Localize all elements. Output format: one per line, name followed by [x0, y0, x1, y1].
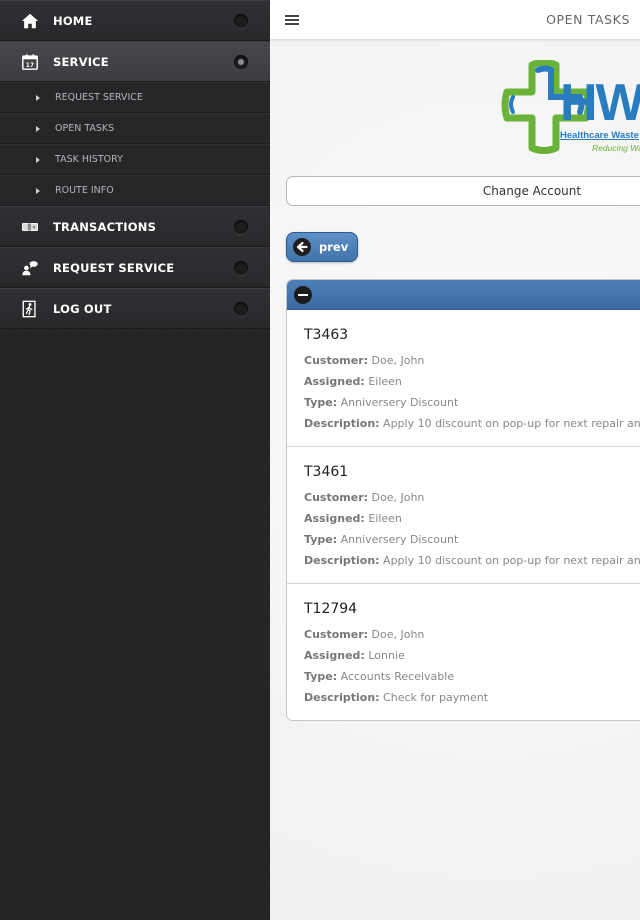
page-title: OPEN TASKS	[546, 12, 630, 27]
logo-subtagline: Reducing Wa	[592, 143, 640, 153]
logo-letters: HW	[560, 74, 640, 132]
task-customer: Customer: Doe, John	[304, 491, 425, 504]
indicator-dot	[234, 260, 248, 275]
arrow-right-icon	[36, 156, 40, 163]
person-request-icon	[20, 258, 40, 278]
task-customer: Customer: Doe, John	[304, 628, 425, 641]
sidebar-item-home[interactable]: HOME	[0, 0, 270, 41]
task-assigned: Assigned: Eileen	[304, 512, 402, 525]
task-id: T12794	[304, 601, 358, 617]
subnav-request-service[interactable]: REQUEST SERVICE	[0, 82, 270, 113]
minus-icon	[294, 285, 312, 304]
indicator-dot	[234, 219, 248, 234]
arrow-left-icon	[293, 238, 311, 256]
task-description: Description: Apply 10 discount on pop-up…	[304, 417, 640, 430]
subnav-label: REQUEST SERVICE	[55, 92, 143, 103]
logo-tagline: Healthcare Waste	[560, 130, 639, 141]
sidebar-item-label: SERVICE	[53, 54, 109, 69]
subnav-route-info[interactable]: ROUTE INFO	[0, 175, 270, 206]
subnav-label: ROUTE INFO	[55, 185, 114, 196]
calendar-icon: 17	[20, 52, 40, 72]
task-assigned: Assigned: Lonnie	[304, 649, 405, 662]
task-type: Type: Accounts Receivable	[304, 670, 455, 683]
indicator-dot	[234, 301, 248, 316]
sidebar-item-label: TRANSACTIONS	[53, 219, 157, 234]
task-customer: Customer: Doe, John	[304, 354, 425, 367]
subnav-task-history[interactable]: TASK HISTORY	[0, 144, 270, 175]
money-icon	[20, 217, 40, 237]
sidebar-item-label: HOME	[53, 13, 93, 28]
sidebar-item-transactions[interactable]: TRANSACTIONS	[0, 206, 270, 247]
exit-icon	[20, 299, 40, 319]
task-id: T3463	[304, 327, 349, 343]
top-bar: OPEN TASKS	[270, 0, 640, 40]
main-content: OPEN TASKS HW Healthcare Waste Reducing …	[270, 0, 640, 920]
sidebar-item-label: LOG OUT	[53, 301, 112, 316]
open-tasks-panel: T3463 Customer: Doe, John Assigned: Eile…	[286, 279, 640, 721]
task-type: Type: Anniversery Discount	[304, 533, 459, 546]
sidebar-item-log-out[interactable]: LOG OUT	[0, 288, 270, 329]
task-description: Description: Apply 10 discount on pop-up…	[304, 554, 640, 567]
change-account-button[interactable]: Change Account	[286, 176, 640, 206]
collapse-toggle[interactable]	[287, 280, 640, 310]
prev-button[interactable]: prev	[286, 232, 358, 262]
task-type: Type: Anniversery Discount	[304, 396, 459, 409]
indicator-dot-active	[234, 54, 248, 69]
arrow-right-icon	[36, 125, 40, 132]
task-item[interactable]: T3461 Customer: Doe, John Assigned: Eile…	[287, 447, 640, 584]
task-assigned: Assigned: Eileen	[304, 375, 402, 388]
indicator-dot	[234, 13, 248, 28]
subnav-label: TASK HISTORY	[55, 154, 123, 165]
sidebar-item-label: REQUEST SERVICE	[53, 260, 175, 275]
change-account-label: Change Account	[482, 184, 582, 198]
sidebar-item-request-service[interactable]: REQUEST SERVICE	[0, 247, 270, 288]
sidebar: HOME 17 SERVICE REQUEST SERVICE OPEN TAS…	[0, 0, 270, 920]
subnav-open-tasks[interactable]: OPEN TASKS	[0, 113, 270, 144]
menu-icon[interactable]	[285, 14, 299, 25]
task-item[interactable]: T12794 Customer: Doe, John Assigned: Lon…	[287, 584, 640, 720]
subnav-label: OPEN TASKS	[55, 123, 115, 134]
prev-label: prev	[319, 240, 349, 254]
calendar-day-text: 17	[26, 62, 35, 68]
arrow-right-icon	[36, 187, 40, 194]
home-icon	[20, 11, 40, 31]
task-item[interactable]: T3463 Customer: Doe, John Assigned: Eile…	[287, 310, 640, 447]
arrow-right-icon	[36, 94, 40, 101]
sidebar-item-service[interactable]: 17 SERVICE	[0, 41, 270, 82]
task-id: T3461	[304, 464, 349, 480]
task-description: Description: Check for payment	[304, 691, 489, 704]
